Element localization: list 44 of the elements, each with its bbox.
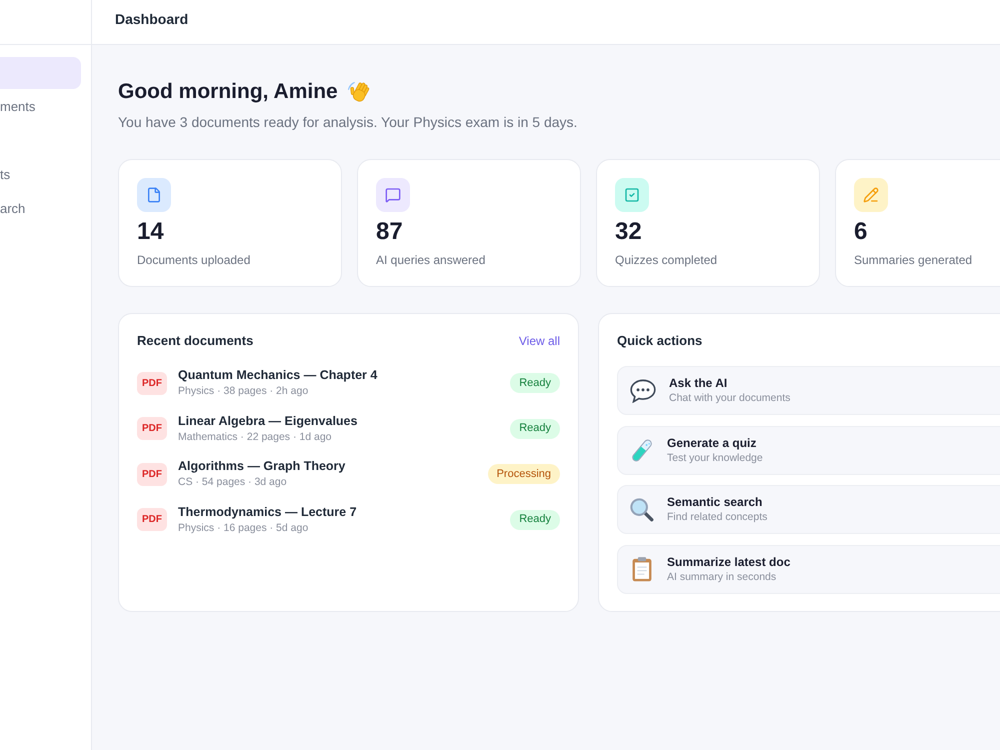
file-type-tag: PDF: [137, 462, 167, 486]
magnifier-icon: [630, 498, 654, 522]
sidebar-item[interactable]: ts: [0, 159, 81, 191]
stat-value: 87: [376, 217, 403, 247]
stat-label: Summaries generated: [854, 252, 972, 268]
pencil-icon: [854, 178, 888, 212]
clipboard-icon: [632, 556, 652, 582]
page-title: Dashboard: [115, 10, 188, 29]
document-title[interactable]: Linear Algebra — Eigenvalues: [178, 412, 358, 428]
greeting-subtitle: You have 3 documents ready for analysis. Your Physics exam is in 5 days.: [118, 113, 578, 132]
stat-label: AI queries answered: [376, 252, 486, 268]
document-meta: Physics · 38 pages · 2h ago: [178, 384, 308, 399]
file-type-tag: PDF: [137, 372, 167, 394]
waving-hand-icon: [346, 80, 372, 104]
panel-title: Recent documents: [137, 332, 254, 350]
stat-label: Documents uploaded: [137, 252, 250, 268]
sidebar-item[interactable]: arch: [0, 193, 81, 225]
document-title[interactable]: Algorithms — Graph Theory: [178, 458, 346, 474]
file-type-tag: PDF: [137, 417, 167, 440]
panel-title: Quick actions: [617, 332, 702, 350]
status-badge: Ready: [510, 373, 560, 393]
document-meta: Physics · 16 pages · 5d ago: [178, 520, 308, 536]
document-title[interactable]: Quantum Mechanics — Chapter 4: [178, 367, 378, 383]
chat-bubble-icon: [376, 178, 410, 212]
file-icon: [137, 178, 171, 212]
quick-action-button[interactable]: Semantic search Find related concepts: [617, 485, 1000, 534]
document-title[interactable]: Thermodynamics — Lecture 7: [178, 504, 357, 520]
status-badge: Ready: [510, 510, 560, 530]
stat-label: Quizzes completed: [615, 252, 718, 268]
view-all-link[interactable]: View all: [518, 333, 560, 349]
file-type-tag: PDF: [137, 508, 167, 531]
speech-bubble-icon: [630, 378, 656, 402]
document-meta: CS · 54 pages · 3d ago: [178, 475, 287, 490]
status-badge: Ready: [510, 418, 560, 438]
stat-value: 6: [854, 217, 868, 247]
quick-action-button[interactable]: Generate a quiz Test your knowledge: [617, 426, 1000, 474]
quick-action-button[interactable]: Ask the AI Chat with your documents: [617, 366, 1000, 415]
sidebar-item[interactable]: ments: [0, 91, 81, 123]
status-badge: Processing: [488, 464, 560, 484]
greeting-title: Good morning, Amine: [118, 79, 338, 105]
quick-action-button[interactable]: Summarize latest doc AI summary in seconds: [617, 544, 1000, 594]
stat-value: 14: [137, 217, 164, 247]
document-meta: Mathematics · 22 pages · 1d ago: [178, 430, 332, 444]
stat-value: 32: [615, 217, 642, 247]
